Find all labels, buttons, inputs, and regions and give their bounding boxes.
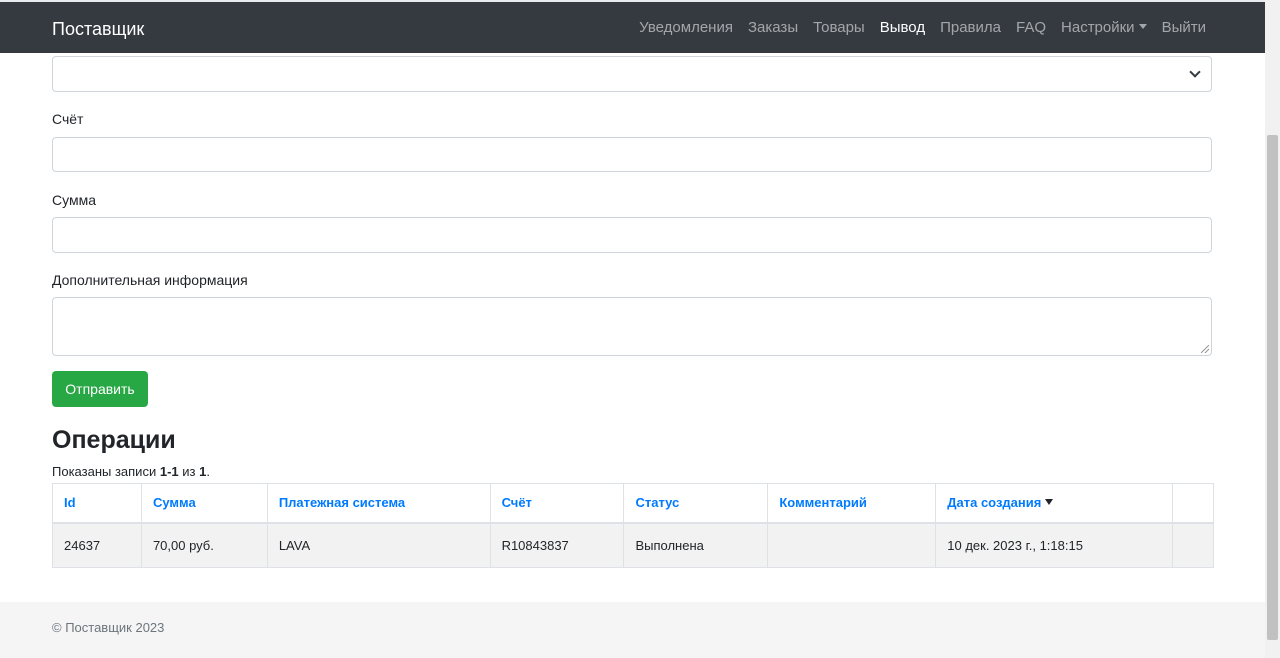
summary-end: . [206,464,210,479]
payment-system-select[interactable] [52,56,1212,92]
cell-status: Выполнена [623,522,769,568]
col-created-date-label: Дата создания [947,495,1042,511]
nav-links: Уведомления Заказы Товары Вывод Правила … [624,2,1265,53]
summary-range: 1-1 [159,464,179,479]
summary-prefix: Показаны записи [52,464,157,479]
scrollbar-thumb[interactable] [1267,135,1278,640]
submit-button[interactable]: Отправить [52,371,148,407]
nav-settings-dropdown[interactable]: Настройки [1061,18,1147,38]
operations-table: Id Сумма Платежная система Счёт Статус К… [52,483,1215,568]
col-account[interactable]: Счёт [489,483,625,524]
col-sum[interactable]: Сумма [140,483,268,524]
nav-logout[interactable]: Выйти [1162,18,1206,38]
col-comment[interactable]: Комментарий [767,483,937,524]
caret-down-icon [1138,23,1147,29]
cell-id: 24637 [52,522,142,568]
footer: © Поставщик 2023 [0,602,1265,658]
col-created-date[interactable]: Дата создания [935,483,1173,524]
col-id[interactable]: Id [52,483,142,524]
cell-actions [1171,522,1215,568]
cell-payment-system: LAVA [266,522,491,568]
cell-sum: 70,00 руб. [140,522,268,568]
nav-rules[interactable]: Правила [940,18,1001,38]
table-header-row: Id Сумма Платежная система Счёт Статус К… [52,483,1215,524]
info-textarea[interactable] [52,297,1212,356]
col-status[interactable]: Статус [623,483,769,524]
records-summary: Показаны записи 1-1 из 1. [52,464,210,480]
col-actions [1171,483,1215,524]
footer-copyright: © Поставщик 2023 [52,620,165,635]
nav-orders[interactable]: Заказы [748,18,798,38]
sum-label: Сумма [52,192,96,208]
nav-faq[interactable]: FAQ [1016,18,1046,38]
operations-title: Операции [52,426,176,454]
cell-created-date: 10 дек. 2023 г., 1:18:15 [935,522,1173,568]
col-payment-system[interactable]: Платежная система [266,483,491,524]
account-input[interactable] [52,137,1212,172]
summary-of: из [182,464,196,479]
nav-products[interactable]: Товары [813,18,865,38]
chevron-down-icon [1189,66,1201,78]
cell-comment [767,522,937,568]
nav-withdraw[interactable]: Вывод [880,18,925,38]
nav-notifications[interactable]: Уведомления [639,18,733,38]
navbar: Поставщик Уведомления Заказы Товары Выво… [0,2,1265,53]
nav-settings-label: Настройки [1061,18,1135,36]
sort-desc-icon [1045,499,1054,506]
cell-account: R10843837 [489,522,625,568]
resize-handle-icon[interactable] [1201,345,1209,353]
info-label: Дополнительная информация [52,272,248,288]
brand-logo[interactable]: Поставщик [52,18,144,40]
table-row: 24637 70,00 руб. LAVA R10843837 Выполнен… [52,522,1215,568]
sum-input[interactable] [52,217,1212,253]
account-label: Счёт [52,111,84,127]
